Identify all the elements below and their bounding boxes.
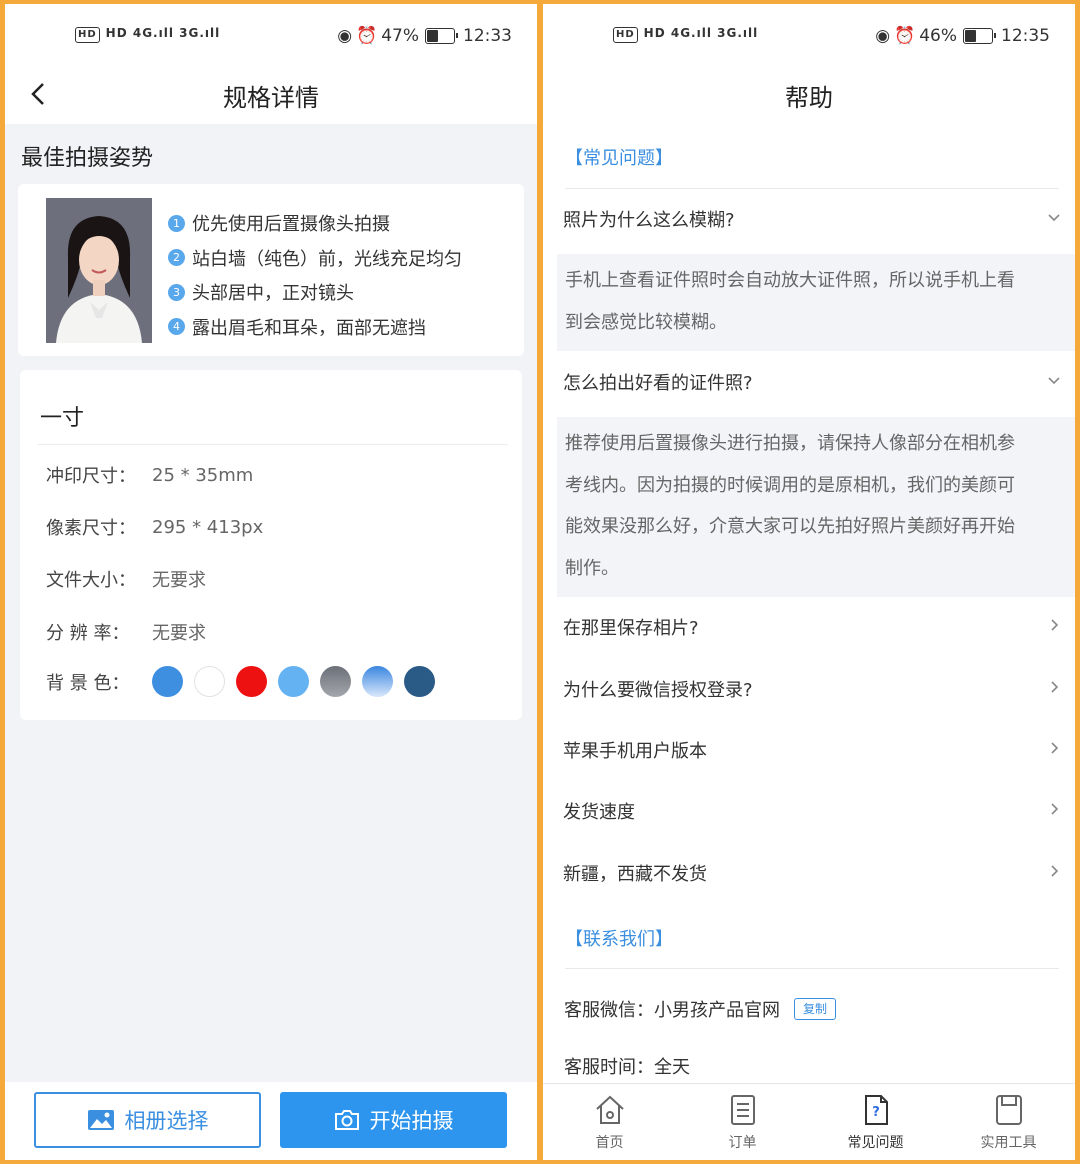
faq-item-blurry[interactable]: 照片为什么这么模糊? — [563, 204, 1061, 234]
chevron-down-icon — [1048, 377, 1060, 385]
chevron-right-icon — [1051, 619, 1059, 631]
spec-row-file-size: 文件大小： 无要求 — [46, 570, 206, 591]
nav-bar: 规格详情 — [5, 70, 537, 124]
battery-percent: 47% — [381, 26, 419, 46]
battery-icon — [963, 28, 996, 44]
background-color-swatch[interactable] — [320, 666, 351, 697]
sample-portrait-photo — [46, 198, 152, 343]
spec-row-pixel-size: 像素尺寸： 295 * 413px — [46, 516, 264, 540]
faq-item-iphone-version[interactable]: 苹果手机用户版本 — [563, 735, 1061, 765]
order-icon — [730, 1095, 755, 1125]
pose-tips-list: 1 优先使用后置摄像头拍摄 2 站白墙（纯色）前，光线充足均匀 3 头部居中，正对镜头… — [168, 206, 462, 344]
background-color-swatch[interactable] — [152, 666, 183, 697]
background-color-swatch[interactable] — [236, 666, 267, 697]
background-color-swatch[interactable] — [278, 666, 309, 697]
battery-icon — [425, 28, 458, 44]
spec-detail-screen: HD HD 4G.ıll 3G.ıll ◉ ⏰ 47% 12:33 规格详情 最佳… — [5, 4, 537, 1160]
tab-orders[interactable]: 订单 — [676, 1084, 809, 1160]
faq-section-title: 【常见问题】 — [565, 148, 673, 169]
pose-card: 1 优先使用后置摄像头拍摄 2 站白墙（纯色）前，光线充足均匀 3 头部居中，正对镜头… — [18, 184, 524, 356]
album-select-button[interactable]: 相册选择 — [34, 1092, 261, 1148]
faq-icon: ? — [864, 1095, 888, 1125]
faq-item-wechat-login[interactable]: 为什么要微信授权登录? — [563, 674, 1061, 704]
start-shooting-button[interactable]: 开始拍摄 — [280, 1092, 507, 1148]
page-title: 规格详情 — [223, 84, 319, 112]
chevron-down-icon — [1048, 214, 1060, 222]
chevron-right-icon — [1051, 742, 1059, 754]
page-title: 帮助 — [785, 84, 833, 112]
eye-icon: ◉ — [875, 26, 891, 46]
svg-text:?: ? — [872, 1105, 880, 1120]
status-bar: HD HD 4G.ıll 3G.ıll ◉ ⏰ 46% 12:35 — [543, 4, 1075, 70]
spec-row-resolution: 分 辨 率： 无要求 — [46, 623, 206, 644]
spec-size-title: 一寸 — [40, 406, 85, 431]
faq-item-good-photo[interactable]: 怎么拍出好看的证件照? — [563, 367, 1061, 397]
image-icon — [87, 1110, 114, 1130]
pose-tip: 1 优先使用后置摄像头拍摄 — [168, 206, 462, 241]
chevron-right-icon — [1051, 803, 1059, 815]
action-bar: 相册选择 开始拍摄 — [5, 1082, 537, 1160]
camera-icon — [334, 1110, 359, 1130]
network-indicators: HD HD 4G.ıll 3G.ıll — [75, 26, 220, 43]
divider — [565, 968, 1059, 969]
home-icon — [595, 1095, 624, 1124]
contact-section-title: 【联系我们】 — [565, 929, 673, 950]
faq-item-shipping-speed[interactable]: 发货速度 — [563, 796, 1061, 826]
clock: 12:35 — [1001, 26, 1050, 46]
spec-card: 一寸 冲印尺寸： 25 * 35mm 像素尺寸： 295 * 413px 文件大小：… — [20, 370, 522, 720]
tab-faq[interactable]: ? 常见问题 — [809, 1084, 942, 1160]
help-screen: HD HD 4G.ıll 3G.ıll ◉ ⏰ 46% 12:35 帮助 【常见问… — [543, 4, 1075, 1160]
alarm-icon: ⏰ — [356, 26, 378, 46]
faq-item-save-photo[interactable]: 在那里保存相片? — [563, 612, 1061, 642]
background-color-swatch[interactable] — [404, 666, 435, 697]
spec-row-background: 背 景 色： — [46, 666, 446, 697]
nav-bar: 帮助 — [543, 70, 1075, 124]
chevron-right-icon — [1051, 865, 1059, 877]
pose-tip: 4 露出眉毛和耳朵，面部无遮挡 — [168, 310, 462, 345]
divider — [565, 188, 1059, 189]
faq-item-no-shipping-regions[interactable]: 新疆，西藏不发货 — [563, 858, 1061, 888]
bottom-tab-bar: 首页 订单 ? 常见问题 实用工具 — [543, 1083, 1075, 1160]
background-color-swatches — [152, 666, 446, 697]
background-color-swatch[interactable] — [194, 666, 225, 697]
status-bar: HD HD 4G.ıll 3G.ıll ◉ ⏰ 47% 12:33 — [5, 4, 537, 70]
pose-tip: 2 站白墙（纯色）前，光线充足均匀 — [168, 241, 462, 276]
divider — [38, 444, 508, 445]
customer-service-wechat: 客服微信：小男孩产品官网 复制 — [564, 996, 837, 1022]
chevron-right-icon — [1051, 681, 1059, 693]
clock: 12:33 — [463, 26, 512, 46]
faq-answer-blurry: 手机上查看证件照时会自动放大证件照，所以说手机上看 到会感觉比较模糊。 — [557, 254, 1075, 351]
tab-tools[interactable]: 实用工具 — [942, 1084, 1075, 1160]
tools-icon — [995, 1095, 1022, 1125]
spec-row-print-size: 冲印尺寸： 25 * 35mm — [46, 464, 254, 488]
alarm-icon: ⏰ — [894, 26, 916, 46]
network-indicators: HD HD 4G.ıll 3G.ıll — [613, 26, 758, 43]
faq-answer-good-photo: 推荐使用后置摄像头进行拍摄，请保持人像部分在相机参 考线内。因为拍摄的时候调用的… — [557, 417, 1075, 597]
pose-section-title: 最佳拍摄姿势 — [21, 146, 154, 171]
pose-tip: 3 头部居中，正对镜头 — [168, 275, 462, 310]
eye-icon: ◉ — [337, 26, 353, 46]
background-color-swatch[interactable] — [362, 666, 393, 697]
customer-service-hours: 客服时间：全天 — [564, 1057, 690, 1078]
battery-percent: 46% — [919, 26, 957, 46]
copy-button[interactable]: 复制 — [794, 998, 837, 1020]
tab-home[interactable]: 首页 — [543, 1084, 676, 1160]
